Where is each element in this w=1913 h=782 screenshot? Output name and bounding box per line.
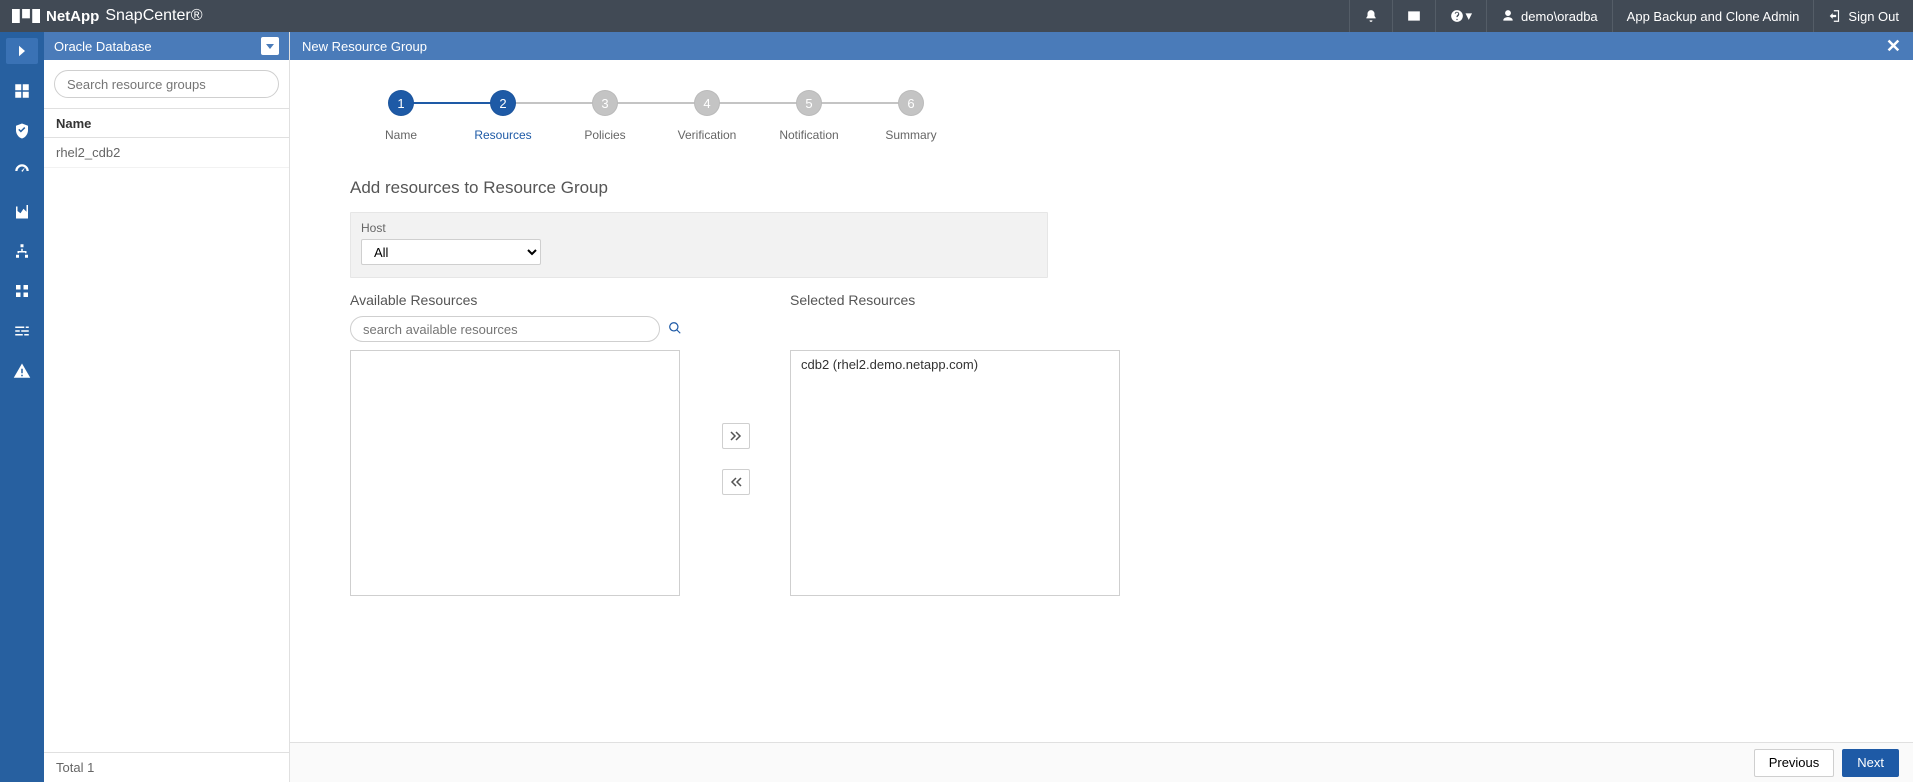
host-filter-row: Host All	[350, 212, 1048, 278]
step-name[interactable]: 1 Name	[350, 90, 452, 142]
wizard-stepper: 1 Name 2 Resources 3 Policies	[350, 90, 1853, 142]
double-right-icon	[730, 431, 742, 441]
step-summary[interactable]: 6 Summary	[860, 90, 962, 142]
previous-button[interactable]: Previous	[1754, 749, 1835, 777]
double-left-icon	[730, 477, 742, 487]
available-listbox[interactable]	[350, 350, 680, 596]
role-label: App Backup and Clone Admin	[1627, 9, 1800, 24]
plugin-selector: Oracle Database	[44, 32, 289, 60]
available-column: Available Resources	[350, 292, 682, 596]
step-verification[interactable]: 4 Verification	[656, 90, 758, 142]
main-panel: New Resource Group ✕ 1 Name 2 Resources	[290, 32, 1913, 782]
step-notification[interactable]: 5 Notification	[758, 90, 860, 142]
sliders-icon	[13, 322, 31, 340]
signout-icon	[1828, 9, 1842, 23]
wizard-footer: Previous Next	[290, 742, 1913, 782]
list-item[interactable]: cdb2 (rhel2.demo.netapp.com)	[791, 351, 1119, 378]
move-left-button[interactable]	[722, 469, 750, 495]
user-menu[interactable]: demo\oradba	[1486, 0, 1612, 32]
brand-company: NetApp	[46, 8, 99, 25]
sitemap-icon	[13, 242, 31, 260]
plugin-dropdown-button[interactable]	[261, 37, 279, 55]
main-header: New Resource Group ✕	[290, 32, 1913, 60]
top-right: ▾ demo\oradba App Backup and Clone Admin…	[1349, 0, 1913, 32]
resource-group-panel: Oracle Database Name rhel2_cdb2 Total 1	[44, 32, 290, 782]
search-available-input[interactable]	[350, 316, 660, 342]
search-resource-groups-input[interactable]	[54, 70, 279, 98]
notifications-button[interactable]	[1349, 0, 1392, 32]
role-label-item[interactable]: App Backup and Clone Admin	[1612, 0, 1814, 32]
next-button[interactable]: Next	[1842, 749, 1899, 777]
signout-label: Sign Out	[1848, 9, 1899, 24]
nav-dashboard[interactable]	[6, 78, 38, 104]
nav-resources[interactable]	[6, 118, 38, 144]
nav-expand[interactable]	[6, 38, 38, 64]
user-label: demo\oradba	[1521, 9, 1598, 24]
help-icon	[1450, 9, 1464, 23]
help-button[interactable]: ▾	[1435, 0, 1487, 32]
host-select[interactable]: All	[361, 239, 541, 265]
transfer-buttons	[722, 393, 750, 495]
total-label: Total 1	[44, 752, 289, 782]
user-icon	[1501, 9, 1515, 23]
brand-product: SnapCenter®	[105, 7, 202, 25]
nav-rail	[0, 32, 44, 782]
nav-monitor[interactable]	[6, 158, 38, 184]
mail-icon	[1407, 9, 1421, 23]
host-label: Host	[361, 221, 1037, 235]
brand: NetApp SnapCenter®	[12, 7, 203, 25]
plugin-label: Oracle Database	[54, 39, 152, 54]
bell-icon	[1364, 9, 1378, 23]
available-title: Available Resources	[350, 292, 682, 308]
messages-button[interactable]	[1392, 0, 1435, 32]
chevron-right-icon	[13, 42, 31, 60]
nav-storage[interactable]	[6, 278, 38, 304]
nav-settings[interactable]	[6, 318, 38, 344]
caret-down-icon	[265, 41, 275, 51]
step-resources[interactable]: 2 Resources	[452, 90, 554, 142]
search-available-button[interactable]	[668, 321, 682, 338]
grid-icon	[13, 82, 31, 100]
top-bar: NetApp SnapCenter® ▾ demo\oradba App Bac…	[0, 0, 1913, 32]
close-button[interactable]: ✕	[1886, 36, 1901, 57]
selected-title: Selected Resources	[790, 292, 1120, 308]
step-policies[interactable]: 3 Policies	[554, 90, 656, 142]
search-icon	[668, 321, 682, 335]
storage-icon	[13, 282, 31, 300]
logo-icon	[12, 9, 40, 23]
selected-column: Selected Resources cdb2 (rhel2.demo.neta…	[790, 292, 1120, 596]
nav-hosts[interactable]	[6, 238, 38, 264]
resource-transfer: Available Resources Selected Resources	[350, 292, 1853, 596]
nav-reports[interactable]	[6, 198, 38, 224]
page-title: New Resource Group	[302, 39, 427, 54]
nav-alerts[interactable]	[6, 358, 38, 384]
shield-check-icon	[13, 122, 31, 140]
chart-icon	[13, 202, 31, 220]
column-header-name[interactable]: Name	[44, 108, 289, 138]
resource-group-row[interactable]: rhel2_cdb2	[44, 138, 289, 168]
alert-icon	[13, 362, 31, 380]
signout-button[interactable]: Sign Out	[1813, 0, 1913, 32]
section-title: Add resources to Resource Group	[350, 178, 1853, 198]
move-right-button[interactable]	[722, 423, 750, 449]
selected-listbox[interactable]: cdb2 (rhel2.demo.netapp.com)	[790, 350, 1120, 596]
resource-group-list: rhel2_cdb2	[44, 138, 289, 752]
gauge-icon	[13, 162, 31, 180]
